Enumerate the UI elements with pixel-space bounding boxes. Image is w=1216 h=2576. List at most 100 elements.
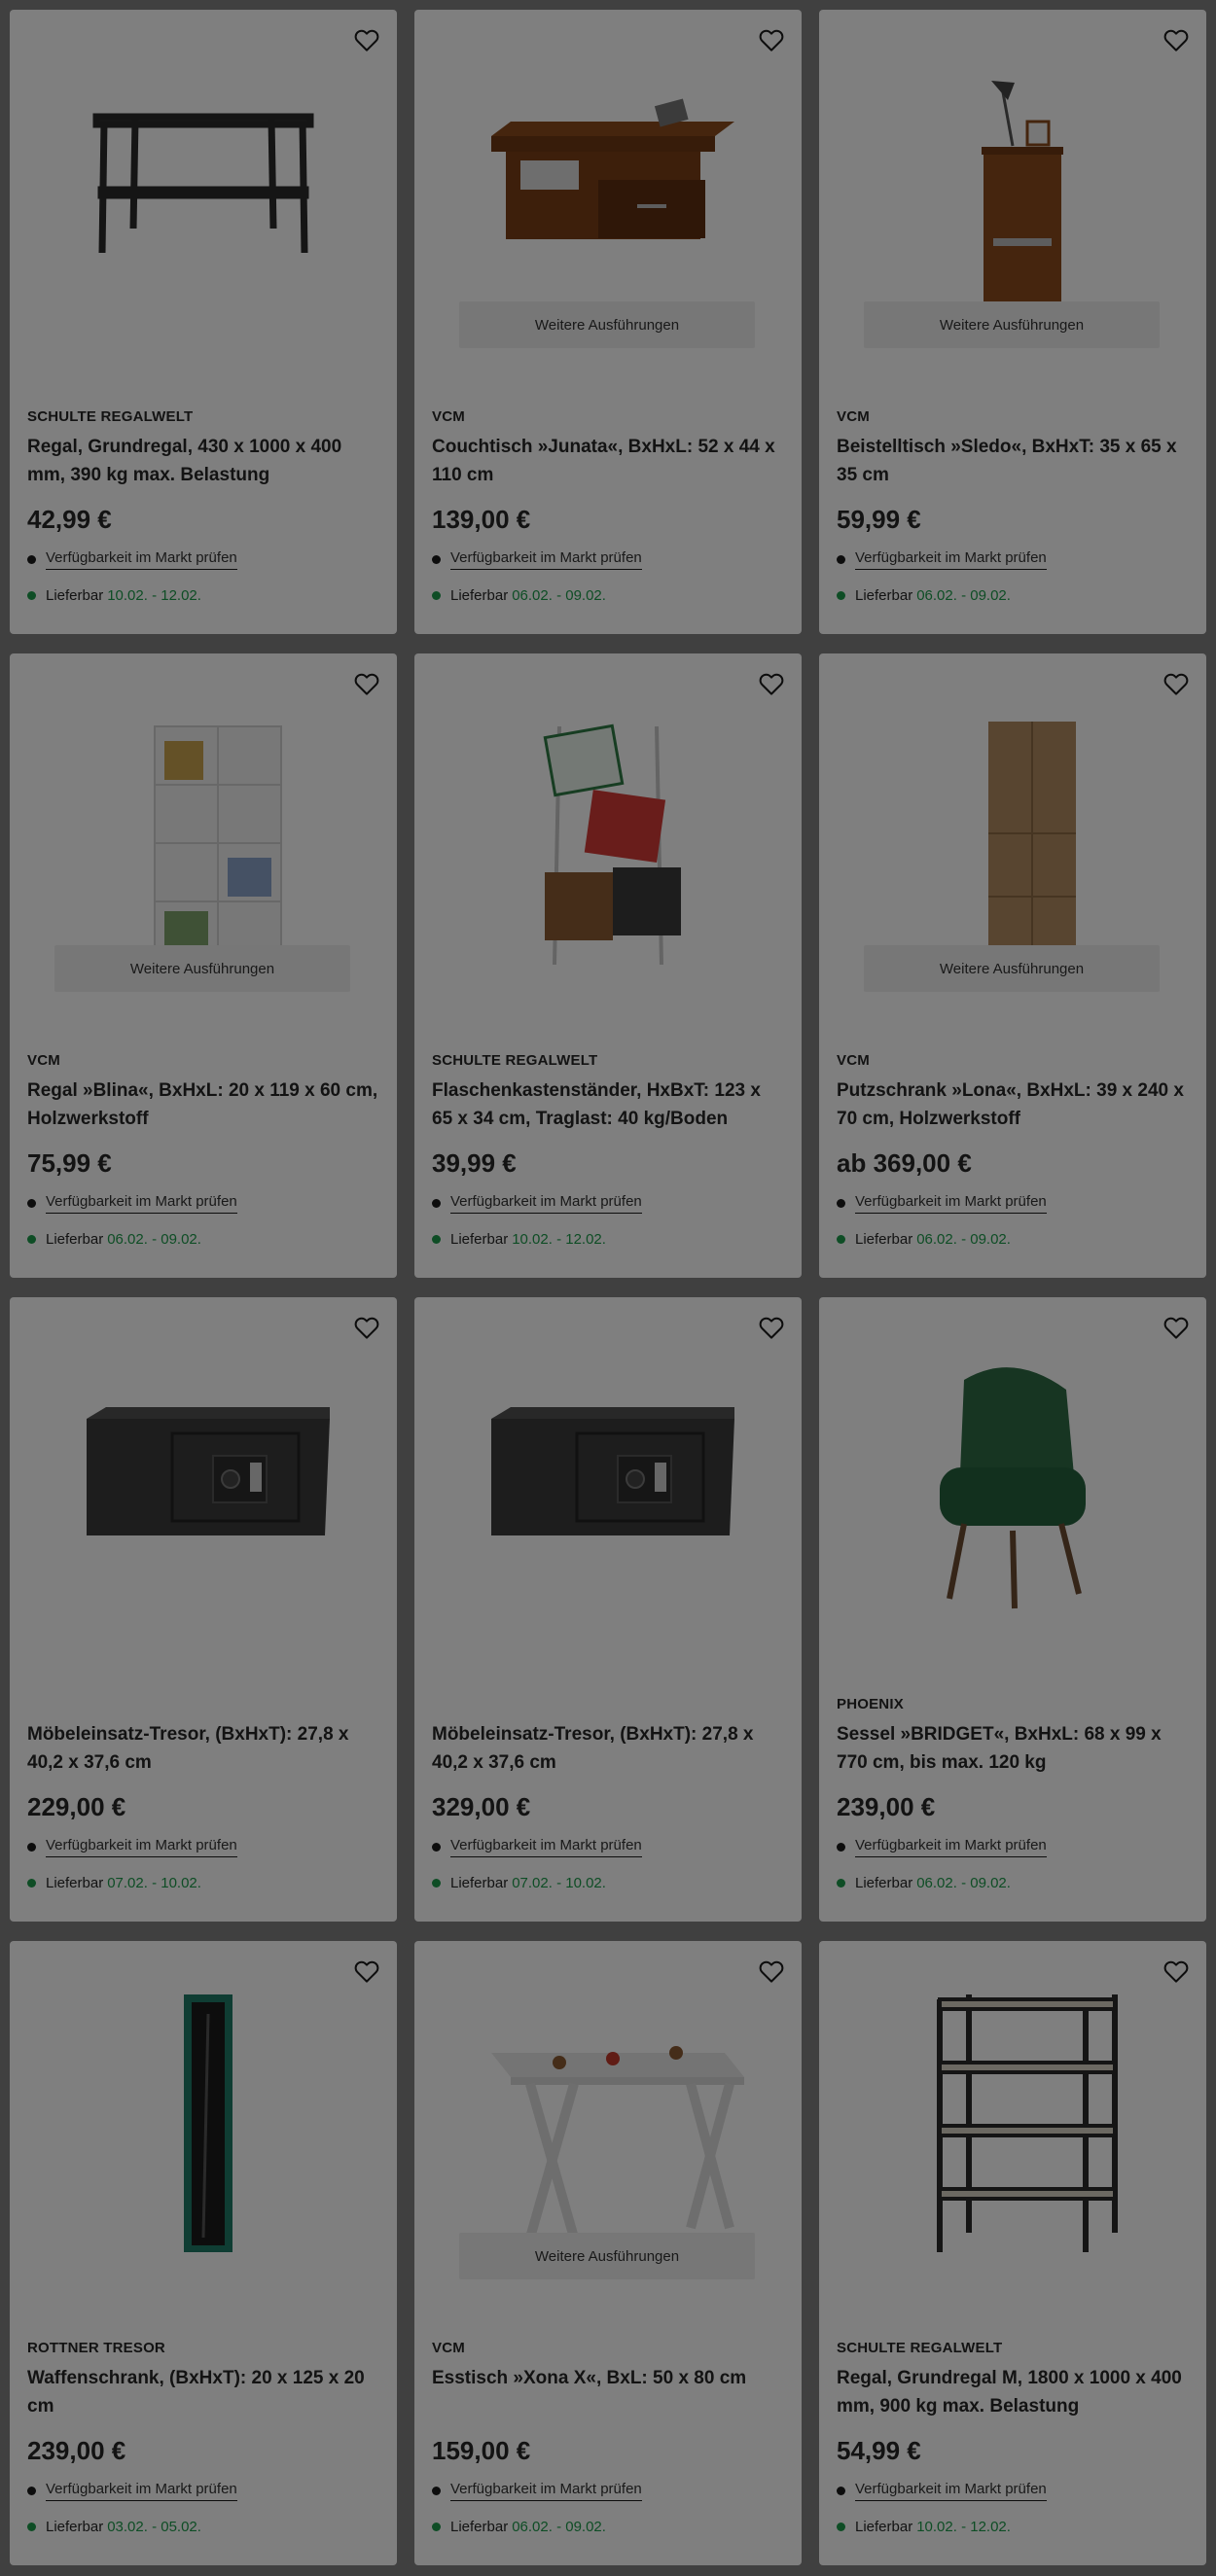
availability-row: Verfügbarkeit im Markt prüfen [837,1192,1189,1214]
product-image-tall-cabinet[interactable] [819,683,1206,974]
delivery-row: Lieferbar 10.02. - 12.02. [837,2516,1189,2537]
product-title[interactable]: Möbeleinsatz-Tresor, (BxHxT): 27,8 x 40,… [432,1720,784,1777]
product-image-bookshelf-white[interactable] [10,683,397,974]
more-variants-button[interactable]: Weitere Ausführungen [864,945,1160,992]
product-image-metal-shelf-tall[interactable] [819,1970,1206,2262]
product-title[interactable]: Regal »Blina«, BxHxL: 20 x 119 x 60 cm, … [27,1076,379,1133]
delivery-date-range: 07.02. - 10.02. [107,1874,201,1891]
delivery-row: Lieferbar 06.02. - 09.02. [27,1228,379,1250]
check-store-availability-link[interactable]: Verfügbarkeit im Markt prüfen [46,2481,237,2501]
delivery-status-dot-icon [27,1234,36,1244]
availability-dot-icon [27,1198,36,1208]
availability-row: Verfügbarkeit im Markt prüfen [27,548,379,570]
product-image-safe[interactable] [10,1326,397,1618]
product-card-5[interactable]: SCHULTE REGALWELT Flaschenkastenständer,… [414,653,802,1278]
product-card-1[interactable]: SCHULTE REGALWELT Regal, Grundregal, 430… [10,10,397,634]
product-image-side-table[interactable] [819,39,1206,331]
product-image-dining-table[interactable] [414,1970,802,2262]
product-brand: VCM [27,1052,60,1069]
check-store-availability-link[interactable]: Verfügbarkeit im Markt prüfen [46,1193,237,1214]
product-image-armchair[interactable] [819,1326,1206,1618]
check-store-availability-link[interactable]: Verfügbarkeit im Markt prüfen [855,2481,1047,2501]
delivery-status-dot-icon [837,2522,845,2531]
product-image-coffee-table[interactable] [414,39,802,331]
product-title[interactable]: Esstisch »Xona X«, BxL: 50 x 80 cm [432,2364,784,2420]
availability-dot-icon [837,1198,845,1208]
delivery-status-dot-icon [432,1234,441,1244]
product-brand: PHOENIX [837,1696,904,1712]
delivery-status-dot-icon [432,2522,441,2531]
product-title[interactable]: Couchtisch »Junata«, BxHxL: 52 x 44 x 11… [432,433,784,489]
more-variants-button[interactable]: Weitere Ausführungen [864,301,1160,348]
product-card-9[interactable]: PHOENIX Sessel »BRIDGET«, BxHxL: 68 x 99… [819,1297,1206,1922]
delivery-status-dot-icon [837,1878,845,1888]
product-card-11[interactable]: Weitere Ausführungen VCM Esstisch »Xona … [414,1941,802,2565]
product-price: 239,00 € [27,2436,126,2465]
check-store-availability-link[interactable]: Verfügbarkeit im Markt prüfen [46,549,237,570]
delivery-date-range: 03.02. - 05.02. [107,2518,201,2535]
delivery-label: Lieferbar [855,1874,913,1891]
delivery-row: Lieferbar 10.02. - 12.02. [432,1228,784,1250]
availability-dot-icon [27,1842,36,1852]
product-title[interactable]: Beistelltisch »Sledo«, BxHxT: 35 x 65 x … [837,433,1189,489]
product-image-crate-stand[interactable] [414,683,802,974]
product-price: 59,99 € [837,505,921,534]
availability-row: Verfügbarkeit im Markt prüfen [27,2480,379,2501]
delivery-row: Lieferbar 03.02. - 05.02. [27,2516,379,2537]
more-variants-button[interactable]: Weitere Ausführungen [54,945,350,992]
product-brand: SCHULTE REGALWELT [432,1052,598,1069]
more-variants-button[interactable]: Weitere Ausführungen [459,301,755,348]
product-card-3[interactable]: Weitere Ausführungen VCM Beistelltisch »… [819,10,1206,634]
delivery-label: Lieferbar [855,1230,913,1248]
check-store-availability-link[interactable]: Verfügbarkeit im Markt prüfen [855,549,1047,570]
delivery-label: Lieferbar [46,586,104,604]
product-title[interactable]: Waffenschrank, (BxHxT): 20 x 125 x 20 cm [27,2364,379,2420]
product-card-12[interactable]: SCHULTE REGALWELT Regal, Grundregal M, 1… [819,1941,1206,2565]
check-store-availability-link[interactable]: Verfügbarkeit im Markt prüfen [450,1193,642,1214]
delivery-label: Lieferbar [855,2518,913,2535]
delivery-label: Lieferbar [855,586,913,604]
check-store-availability-link[interactable]: Verfügbarkeit im Markt prüfen [855,1837,1047,1857]
delivery-label: Lieferbar [46,1874,104,1891]
delivery-row: Lieferbar 06.02. - 09.02. [837,1228,1189,1250]
check-store-availability-link[interactable]: Verfügbarkeit im Markt prüfen [450,1837,642,1857]
product-image-safe[interactable] [414,1326,802,1618]
product-title[interactable]: Flaschenkastenständer, HxBxT: 123 x 65 x… [432,1076,784,1133]
more-variants-button[interactable]: Weitere Ausführungen [459,2233,755,2279]
product-image-gun-cabinet[interactable] [10,1970,397,2262]
product-card-6[interactable]: Weitere Ausführungen VCM Putzschrank »Lo… [819,653,1206,1278]
product-brand: ROTTNER TRESOR [27,2340,165,2356]
check-store-availability-link[interactable]: Verfügbarkeit im Markt prüfen [450,2481,642,2501]
availability-dot-icon [27,2486,36,2495]
product-card-4[interactable]: Weitere Ausführungen VCM Regal »Blina«, … [10,653,397,1278]
delivery-date-range: 06.02. - 09.02. [916,1230,1011,1248]
delivery-row: Lieferbar 06.02. - 09.02. [432,2516,784,2537]
product-card-8[interactable]: Möbeleinsatz-Tresor, (BxHxT): 27,8 x 40,… [414,1297,802,1922]
product-title[interactable]: Sessel »BRIDGET«, BxHxL: 68 x 99 x 770 c… [837,1720,1189,1777]
delivery-label: Lieferbar [450,1874,509,1891]
check-store-availability-link[interactable]: Verfügbarkeit im Markt prüfen [855,1193,1047,1214]
product-price: 42,99 € [27,505,112,534]
check-store-availability-link[interactable]: Verfügbarkeit im Markt prüfen [450,549,642,570]
availability-row: Verfügbarkeit im Markt prüfen [837,2480,1189,2501]
delivery-status-dot-icon [837,1234,845,1244]
availability-row: Verfügbarkeit im Markt prüfen [27,1836,379,1857]
product-card-10[interactable]: ROTTNER TRESOR Waffenschrank, (BxHxT): 2… [10,1941,397,2565]
product-card-7[interactable]: Möbeleinsatz-Tresor, (BxHxT): 27,8 x 40,… [10,1297,397,1922]
delivery-status-dot-icon [27,1878,36,1888]
product-title[interactable]: Möbeleinsatz-Tresor, (BxHxT): 27,8 x 40,… [27,1720,379,1777]
product-price: 159,00 € [432,2436,531,2465]
availability-dot-icon [432,1198,441,1208]
product-price: 139,00 € [432,505,531,534]
product-title[interactable]: Regal, Grundregal, 430 x 1000 x 400 mm, … [27,433,379,489]
availability-row: Verfügbarkeit im Markt prüfen [837,1836,1189,1857]
product-title[interactable]: Regal, Grundregal M, 1800 x 1000 x 400 m… [837,2364,1189,2420]
check-store-availability-link[interactable]: Verfügbarkeit im Markt prüfen [46,1837,237,1857]
product-brand: SCHULTE REGALWELT [27,408,194,425]
delivery-label: Lieferbar [46,2518,104,2535]
product-card-2[interactable]: Weitere Ausführungen VCM Couchtisch »Jun… [414,10,802,634]
delivery-row: Lieferbar 07.02. - 10.02. [432,1872,784,1893]
product-image-metal-shelf-wide[interactable] [10,39,397,331]
product-title[interactable]: Putzschrank »Lona«, BxHxL: 39 x 240 x 70… [837,1076,1189,1133]
product-price: ab 369,00 € [837,1148,972,1178]
